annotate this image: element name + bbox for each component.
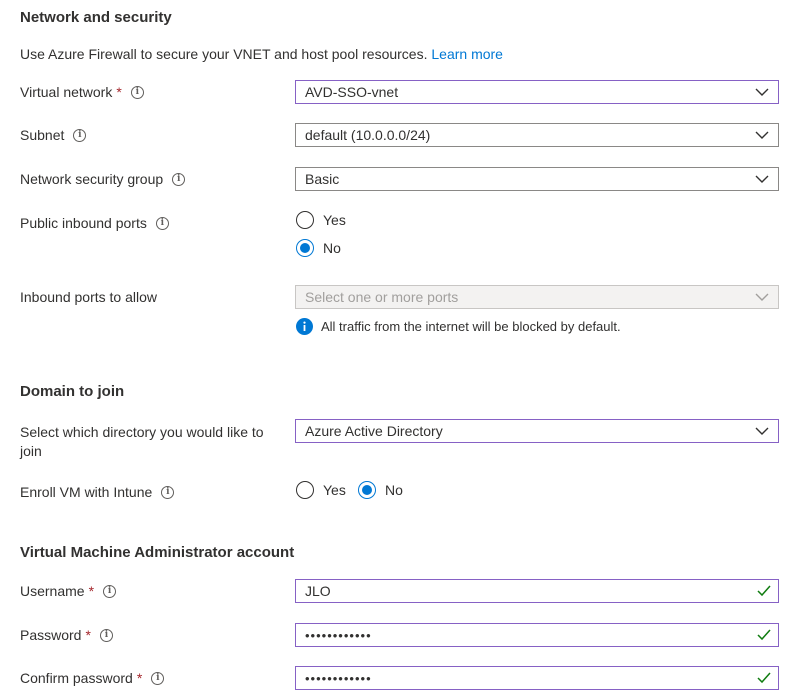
radio-yes[interactable] (296, 481, 314, 499)
public-inbound-label: Public inbound ports i (20, 215, 169, 231)
learn-more-link[interactable]: Learn more (431, 46, 503, 62)
password-label-text: Password (20, 627, 82, 643)
directory-label-line2: join (20, 443, 42, 459)
radio-no-label: No (385, 482, 403, 498)
radio-yes-label: Yes (323, 482, 346, 498)
password-label: Password * i (20, 627, 113, 643)
section-title-network: Network and security (20, 9, 172, 26)
checkmark-icon (757, 672, 771, 684)
chevron-down-icon (755, 131, 769, 139)
password-value: •••••••••••• (305, 627, 372, 643)
info-icon[interactable]: i (99, 628, 113, 642)
radio-yes[interactable] (296, 211, 314, 229)
virtual-network-label-text: Virtual network (20, 84, 113, 100)
radio-no-label: No (323, 240, 341, 256)
public-inbound-no-option[interactable]: No (296, 239, 341, 257)
directory-label-line1: Select which directory you would like to (20, 424, 264, 440)
required-asterisk: * (136, 670, 143, 686)
directory-label: Select which directory you would like to… (20, 423, 264, 461)
info-message: All traffic from the internet will be bl… (296, 318, 621, 335)
info-icon[interactable]: i (130, 85, 144, 99)
section-title-admin: Virtual Machine Administrator account (20, 544, 295, 561)
subnet-label-text: Subnet (20, 127, 65, 143)
info-icon[interactable]: i (161, 485, 175, 499)
nsg-dropdown[interactable]: Basic (295, 167, 779, 191)
info-icon[interactable]: i (172, 172, 186, 186)
chevron-down-icon (755, 175, 769, 183)
required-asterisk: * (85, 627, 91, 643)
chevron-down-icon (755, 427, 769, 435)
virtual-network-value: AVD-SSO-vnet (305, 84, 399, 100)
checkmark-icon (757, 585, 771, 597)
info-icon[interactable]: i (151, 671, 165, 685)
info-icon[interactable]: i (73, 128, 87, 142)
nsg-value: Basic (305, 171, 340, 187)
public-inbound-yes-option[interactable]: Yes (296, 211, 346, 229)
intune-label: Enroll VM with Intune i (20, 484, 175, 500)
directory-value: Azure Active Directory (305, 423, 443, 439)
radio-yes-label: Yes (323, 212, 346, 228)
confirm-password-label: Confirm password * i (20, 670, 165, 686)
username-label-text: Username (20, 583, 85, 599)
network-description-text: Use Azure Firewall to secure your VNET a… (20, 46, 428, 62)
radio-no-selected[interactable] (296, 239, 314, 257)
subnet-value: default (10.0.0.0/24) (305, 127, 431, 143)
directory-dropdown[interactable]: Azure Active Directory (295, 419, 779, 443)
chevron-down-icon (755, 293, 769, 301)
confirm-password-input[interactable]: •••••••••••• (295, 666, 779, 690)
public-inbound-label-text: Public inbound ports (20, 215, 147, 231)
intune-yes-option[interactable]: Yes (296, 481, 346, 499)
username-input[interactable]: JLO (295, 579, 779, 603)
chevron-down-icon (755, 88, 769, 96)
virtual-network-dropdown[interactable]: AVD-SSO-vnet (295, 80, 779, 104)
section-title-domain: Domain to join (20, 383, 125, 400)
inbound-ports-label: Inbound ports to allow (20, 289, 157, 305)
inbound-ports-label-text: Inbound ports to allow (20, 289, 157, 305)
info-filled-icon (296, 318, 313, 335)
info-icon[interactable]: i (103, 584, 117, 598)
password-input[interactable]: •••••••••••• (295, 623, 779, 647)
nsg-label: Network security group i (20, 171, 186, 187)
info-icon[interactable]: i (155, 216, 169, 230)
username-label: Username * i (20, 583, 117, 599)
required-asterisk: * (116, 84, 122, 100)
username-value: JLO (305, 583, 331, 599)
checkmark-icon (757, 629, 771, 641)
intune-no-option[interactable]: No (358, 481, 403, 499)
confirm-password-value: •••••••••••• (305, 670, 372, 686)
virtual-network-label: Virtual network * i (20, 84, 144, 100)
subnet-dropdown[interactable]: default (10.0.0.0/24) (295, 123, 779, 147)
inbound-ports-dropdown: Select one or more ports (295, 285, 779, 309)
intune-label-text: Enroll VM with Intune (20, 484, 153, 500)
nsg-label-text: Network security group (20, 171, 164, 187)
radio-no-selected[interactable] (358, 481, 376, 499)
confirm-password-label-text: Confirm password (20, 670, 133, 686)
info-message-text: All traffic from the internet will be bl… (321, 319, 621, 334)
required-asterisk: * (88, 583, 95, 599)
inbound-ports-placeholder: Select one or more ports (305, 289, 459, 305)
network-description: Use Azure Firewall to secure your VNET a… (20, 46, 503, 62)
subnet-label: Subnet i (20, 127, 87, 143)
